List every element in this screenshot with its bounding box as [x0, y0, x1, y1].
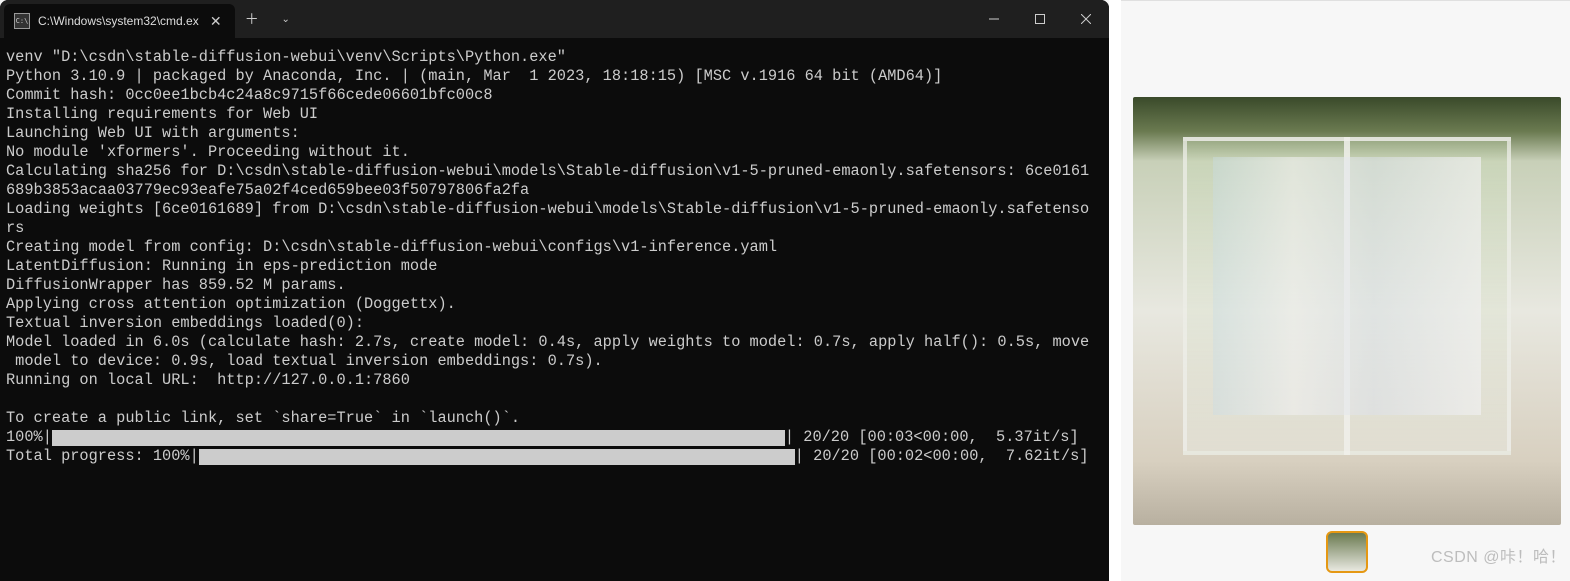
terminal-output[interactable]: venv "D:\csdn\stable-diffusion-webui\ven… [0, 38, 1109, 581]
progress-suffix: | 20/20 [00:03<00:00, 5.37it/s] [785, 428, 1079, 447]
image-panel: CSDN @咔！哈！ [1109, 0, 1570, 581]
image-panel-inner: CSDN @咔！哈！ [1121, 0, 1570, 581]
cmd-icon: C:\ [14, 13, 30, 29]
titlebar-drag-area[interactable] [303, 0, 971, 38]
maximize-button[interactable] [1017, 0, 1063, 38]
image-thumbnail[interactable] [1326, 531, 1368, 573]
progress-line: Total progress: 100%| | 20/20 [00:02<00:0… [6, 447, 1103, 466]
terminal-tab[interactable]: C:\ C:\Windows\system32\cmd.ex ✕ [4, 4, 235, 38]
progress-prefix: Total progress: 100%| [6, 447, 199, 466]
generated-image[interactable] [1133, 97, 1561, 525]
tab-title: C:\Windows\system32\cmd.ex [38, 14, 199, 28]
terminal-window: C:\ C:\Windows\system32\cmd.ex ✕ ＋ ⌄ [0, 0, 1109, 581]
titlebar[interactable]: C:\ C:\Windows\system32\cmd.ex ✕ ＋ ⌄ [0, 0, 1109, 38]
terminal-text: venv "D:\csdn\stable-diffusion-webui\ven… [6, 48, 1103, 428]
progress-bar-fill [52, 430, 785, 446]
tab-dropdown-icon[interactable]: ⌄ [269, 14, 303, 25]
new-tab-button[interactable]: ＋ [235, 9, 269, 29]
progress-suffix: | 20/20 [00:02<00:00, 7.62it/s] [795, 447, 1089, 466]
tab-actions: ＋ ⌄ [235, 0, 303, 38]
window-controls [971, 0, 1109, 38]
minimize-button[interactable] [971, 0, 1017, 38]
close-window-button[interactable] [1063, 0, 1109, 38]
watermark-text: CSDN @咔！哈！ [1431, 543, 1566, 567]
progress-bar-fill [199, 449, 795, 465]
close-tab-icon[interactable]: ✕ [207, 13, 225, 30]
progress-prefix: 100%| [6, 428, 52, 447]
progress-line: 100%| | 20/20 [00:03<00:00, 5.37it/s] [6, 428, 1103, 447]
image-decoration [1344, 137, 1350, 455]
